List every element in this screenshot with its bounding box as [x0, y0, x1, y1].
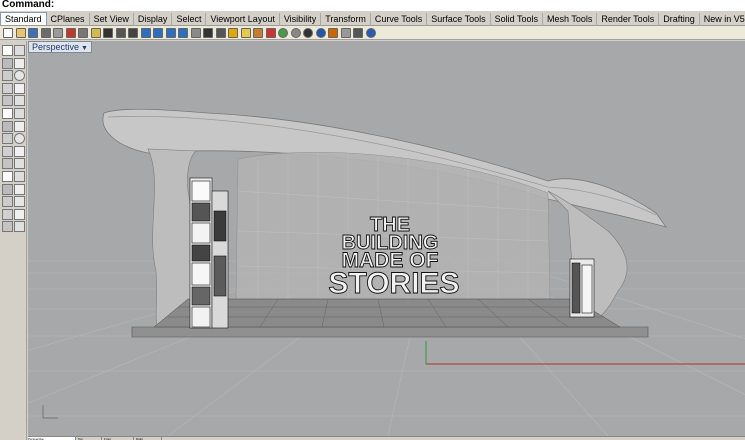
- toolbar-tabs: Standard CPlanes Set View Display Select View…: [0, 12, 745, 26]
- scene: THE BUILDING MADE OF STORIES: [28, 41, 745, 436]
- zoom-selected-icon[interactable]: [178, 28, 188, 38]
- polygon-icon[interactable]: [14, 95, 25, 107]
- command-line[interactable]: Command:: [0, 0, 745, 11]
- paste-icon[interactable]: [90, 28, 101, 38]
- layer-icon[interactable]: [228, 28, 238, 38]
- cut-icon[interactable]: [65, 28, 76, 38]
- viewport-menu-arrow-icon[interactable]: ▼: [81, 45, 88, 52]
- box-icon[interactable]: [14, 120, 25, 132]
- render-sphere-icon[interactable]: [278, 28, 288, 38]
- tab-mesh-tools[interactable]: Mesh Tools: [543, 13, 598, 26]
- circle-icon[interactable]: [14, 70, 25, 82]
- text-icon[interactable]: [2, 196, 13, 208]
- viewport-title-tab[interactable]: Perspective ▼: [28, 41, 92, 53]
- dimension-icon[interactable]: [14, 196, 25, 208]
- viewport-tabs: Perspective Top Front Right: [28, 436, 745, 440]
- filter-icon[interactable]: [340, 28, 351, 38]
- pan-icon[interactable]: [115, 28, 126, 38]
- print-icon[interactable]: [40, 28, 51, 38]
- check-icon[interactable]: [14, 208, 25, 220]
- save-icon[interactable]: [28, 28, 38, 38]
- arc-icon[interactable]: [2, 70, 13, 82]
- transform-icon[interactable]: [2, 158, 13, 170]
- tab-solid-tools[interactable]: Solid Tools: [491, 13, 543, 26]
- array-icon[interactable]: [2, 171, 13, 182]
- boolean-icon[interactable]: [14, 145, 25, 157]
- left-book-stack: [189, 177, 229, 329]
- grid-icon[interactable]: [190, 28, 201, 38]
- floor-deck: [131, 326, 649, 338]
- surface-icon[interactable]: [14, 108, 25, 119]
- tab-transform[interactable]: Transform: [321, 13, 371, 26]
- tab-render-tools[interactable]: Render Tools: [597, 13, 660, 26]
- curve-tools-icon[interactable]: [353, 28, 363, 38]
- tab-set-view[interactable]: Set View: [90, 13, 134, 26]
- copy-icon[interactable]: [78, 28, 88, 38]
- ghosted-sphere-icon[interactable]: [303, 28, 313, 38]
- tab-viewport-layout[interactable]: Viewport Layout: [206, 13, 280, 26]
- properties-icon[interactable]: [253, 28, 263, 38]
- point-icon[interactable]: [215, 28, 226, 38]
- viewport-title: Perspective: [32, 42, 80, 52]
- zoom-extents-icon[interactable]: [165, 28, 176, 38]
- right-book-stack: [569, 258, 595, 318]
- tab-select[interactable]: Select: [172, 13, 207, 26]
- tab-drafting[interactable]: Drafting: [659, 13, 700, 26]
- solid-icon[interactable]: [2, 133, 13, 145]
- lightbulb-icon[interactable]: [240, 28, 251, 38]
- zoom-window-icon[interactable]: [153, 28, 163, 38]
- rectangle-icon[interactable]: [14, 82, 25, 94]
- fillet-icon[interactable]: [14, 171, 25, 182]
- new-icon[interactable]: [3, 28, 13, 38]
- select-arrow-icon[interactable]: [2, 45, 13, 56]
- split-icon[interactable]: [14, 183, 25, 195]
- material-icon[interactable]: [265, 28, 276, 38]
- point-icon[interactable]: [14, 45, 25, 56]
- command-label: Command:: [2, 0, 55, 10]
- tab-standard[interactable]: Standard: [0, 12, 47, 25]
- shaded-sphere-icon[interactable]: [290, 28, 301, 38]
- sign-line-4: STORIES: [328, 267, 459, 300]
- tab-display[interactable]: Display: [134, 13, 173, 26]
- polyline-icon[interactable]: [2, 57, 13, 69]
- sphere-icon[interactable]: [14, 133, 25, 145]
- tab-cplanes[interactable]: CPlanes: [47, 13, 90, 26]
- block-icon[interactable]: [2, 208, 13, 220]
- free-form-icon[interactable]: [2, 108, 13, 119]
- extrude-icon[interactable]: [2, 120, 13, 132]
- undo-icon[interactable]: [103, 28, 113, 38]
- tab-surface-tools[interactable]: Surface Tools: [427, 13, 491, 26]
- mesh-icon[interactable]: [2, 145, 13, 157]
- rendered-sphere-icon[interactable]: [315, 28, 326, 38]
- tab-new-in-v5[interactable]: New in V5: [700, 13, 745, 26]
- render-icon[interactable]: [14, 221, 25, 233]
- tab-curve-tools[interactable]: Curve Tools: [371, 13, 428, 26]
- standard-toolbar: [0, 26, 745, 40]
- import-icon[interactable]: [53, 28, 63, 38]
- open-icon[interactable]: [15, 28, 26, 38]
- help-icon[interactable]: [365, 28, 376, 38]
- trim-icon[interactable]: [2, 183, 13, 195]
- line-icon[interactable]: [14, 57, 25, 69]
- ellipse-icon[interactable]: [2, 95, 13, 107]
- main-sidebar-toolbar: [0, 41, 27, 440]
- osnap-icon[interactable]: [328, 28, 338, 38]
- zoom-icon[interactable]: [140, 28, 151, 38]
- analyze-icon[interactable]: [2, 221, 13, 233]
- curve-icon[interactable]: [2, 82, 13, 94]
- perspective-viewport[interactable]: THE BUILDING MADE OF STORIES Perspective…: [28, 41, 745, 436]
- move-icon[interactable]: [14, 158, 25, 170]
- rotate-view-icon[interactable]: [128, 28, 138, 38]
- tab-visibility[interactable]: Visibility: [280, 13, 322, 26]
- select-icon[interactable]: [203, 28, 213, 38]
